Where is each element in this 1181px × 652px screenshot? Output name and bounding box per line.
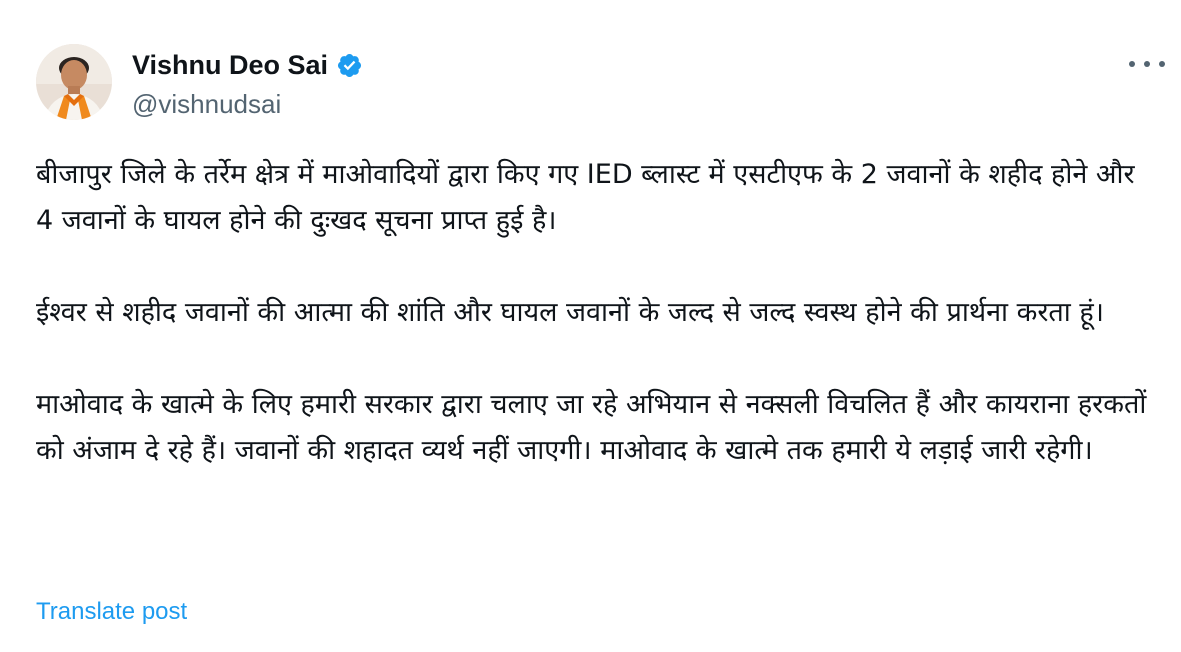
author-handle[interactable]: @vishnudsai <box>132 88 363 120</box>
profile-avatar[interactable] <box>36 44 112 120</box>
dot-icon <box>1144 61 1150 67</box>
author-block: Vishnu Deo Sai @vishnudsai <box>132 44 363 120</box>
post-paragraph-1: बीजापुर जिले के तर्रेम क्षेत्र में माओवा… <box>36 159 1135 236</box>
post-paragraph-2: ईश्वर से शहीद जवानों की आत्मा की शांति औ… <box>36 297 1104 328</box>
dot-icon <box>1129 61 1135 67</box>
post-text: बीजापुर जिले के तर्रेम क्षेत्र में माओवा… <box>36 152 1156 474</box>
post-card: Vishnu Deo Sai @vishnudsai बीजापुर जिले … <box>0 0 1181 652</box>
translate-post-link[interactable]: Translate post <box>36 598 187 626</box>
author-name-row: Vishnu Deo Sai <box>132 48 363 82</box>
more-options-icon[interactable] <box>1129 52 1165 76</box>
verified-badge-icon[interactable] <box>336 52 363 79</box>
post-header: Vishnu Deo Sai @vishnudsai <box>36 44 363 120</box>
dot-icon <box>1159 61 1165 67</box>
post-paragraph-3: माओवाद के खात्मे के लिए हमारी सरकार द्वा… <box>36 389 1147 466</box>
author-display-name[interactable]: Vishnu Deo Sai <box>132 48 328 82</box>
